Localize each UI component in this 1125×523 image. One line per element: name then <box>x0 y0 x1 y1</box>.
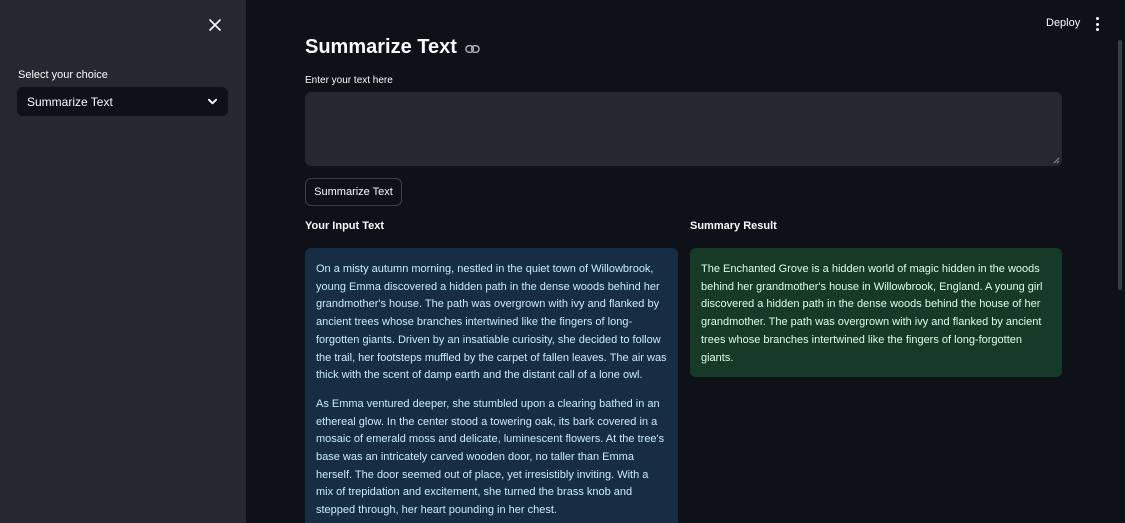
main-menu-button[interactable] <box>1092 16 1102 32</box>
page-title-text: Summarize Text <box>305 36 457 58</box>
summary-result-box: The Enchanted Grove is a hidden world of… <box>690 248 1062 377</box>
input-paragraph: As Emma ventured deeper, she stumbled up… <box>316 397 665 517</box>
select-label: Select your choice <box>18 69 108 81</box>
close-icon <box>209 19 221 31</box>
choice-select-value: Summarize Text <box>27 94 113 109</box>
sidebar: Select your choice Summarize Text <box>0 0 246 523</box>
page-title: Summarize Text <box>305 36 480 59</box>
scrollbar[interactable] <box>1118 40 1122 290</box>
summary-result-heading: Summary Result <box>690 220 777 232</box>
text-input-label: Enter your text here <box>305 75 393 86</box>
input-paragraph: On a misty autumn morning, nestled in th… <box>316 263 667 382</box>
deploy-button[interactable]: Deploy <box>1046 17 1080 29</box>
link-icon[interactable] <box>465 44 480 54</box>
summary-text: The Enchanted Grove is a hidden world of… <box>701 263 1043 364</box>
text-input-area[interactable] <box>305 92 1062 166</box>
chevron-down-icon <box>207 98 218 105</box>
summarize-button[interactable]: Summarize Text <box>305 178 402 206</box>
close-sidebar-button[interactable] <box>204 14 226 36</box>
resize-handle-icon[interactable] <box>1053 157 1060 164</box>
choice-select[interactable]: Summarize Text <box>17 87 228 116</box>
more-vertical-icon <box>1095 17 1099 20</box>
input-text-heading: Your Input Text <box>305 220 385 232</box>
input-text-box: On a misty autumn morning, nestled in th… <box>305 248 678 523</box>
